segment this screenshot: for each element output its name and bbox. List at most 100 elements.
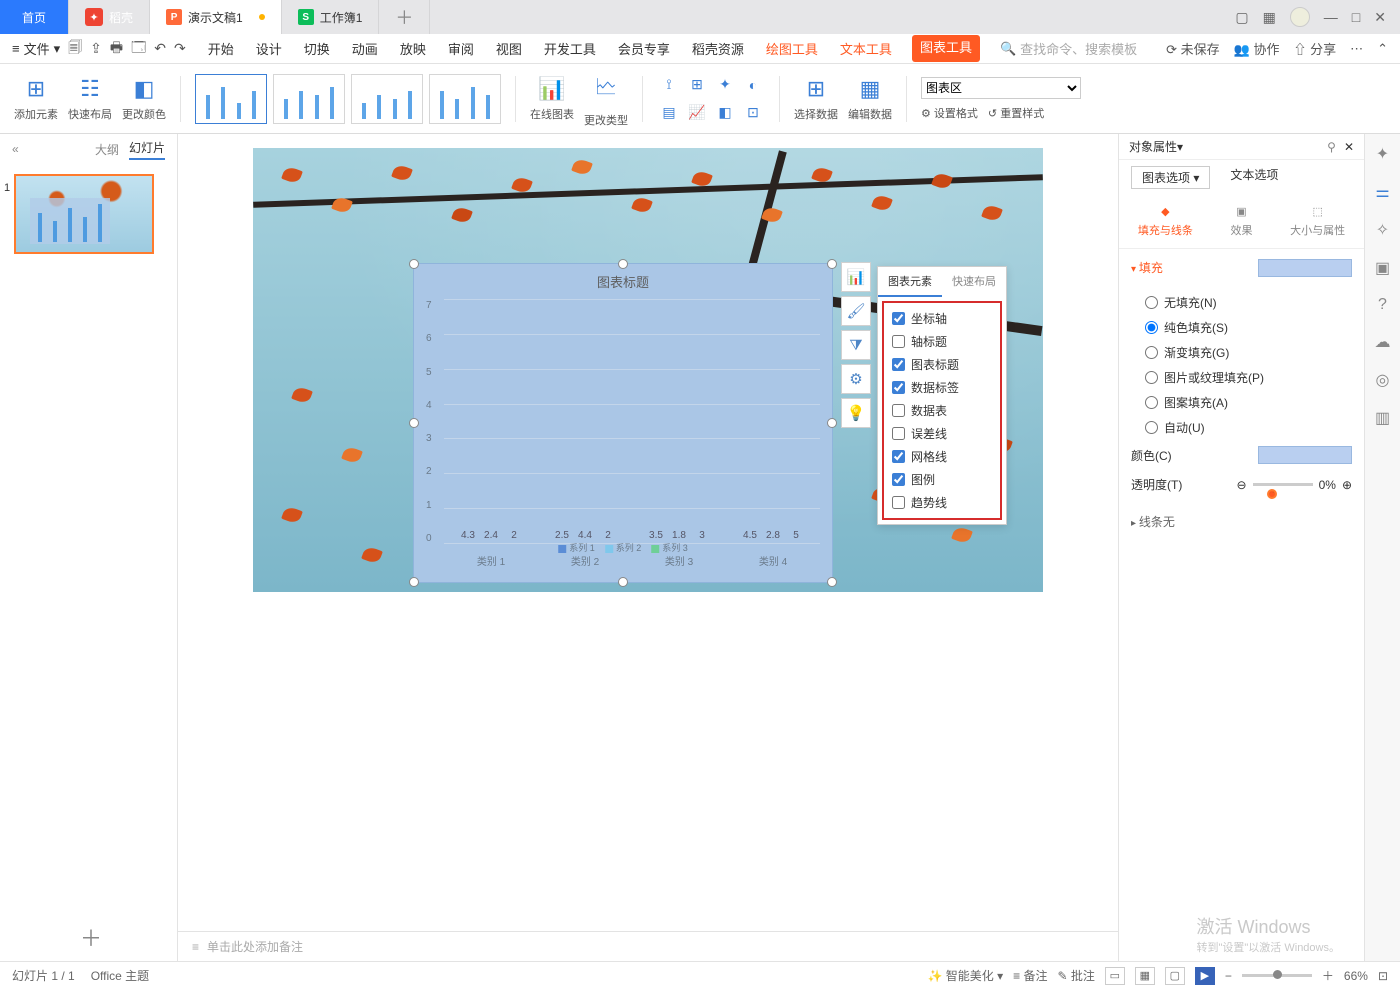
search-box[interactable]: 🔍 查找命令、搜索模板 <box>1000 39 1137 58</box>
window-maximize[interactable]: □ <box>1352 9 1360 25</box>
add-slide-button[interactable]: ＋ <box>80 921 102 953</box>
outline-tab-slides[interactable]: 幻灯片 <box>129 139 165 160</box>
rail-help-icon[interactable]: ? <box>1378 296 1387 314</box>
export-icon[interactable]: ⇪ <box>90 40 102 57</box>
rail-app-icon[interactable]: ▥ <box>1375 408 1390 428</box>
ribbon-reset-style[interactable]: ↺ 重置样式 <box>988 105 1044 121</box>
ribbon-change-color[interactable]: ◧更改颜色 <box>122 76 166 122</box>
popup-item[interactable]: 网格线 <box>890 445 994 468</box>
fill-mode-radio[interactable]: 纯色填充(S) <box>1131 315 1352 340</box>
ribbon-set-format[interactable]: ⚙ 设置格式 <box>921 105 978 121</box>
preview-icon[interactable]: 🗔 <box>131 37 146 61</box>
fill-mode-radio[interactable]: 图片或纹理填充(P) <box>1131 365 1352 390</box>
popup-item[interactable]: 坐标轴 <box>890 307 994 330</box>
rail-sliders-icon[interactable]: ⚌ <box>1375 182 1389 202</box>
fit-icon[interactable]: ⊡ <box>1378 969 1388 983</box>
line-select[interactable]: 无 <box>1163 515 1175 529</box>
view-slideshow-icon[interactable]: ▶ <box>1195 967 1215 985</box>
panel-tab-text-options[interactable]: 文本选项 <box>1230 166 1278 189</box>
color-swatch[interactable] <box>1258 446 1352 464</box>
menu-review[interactable]: 审阅 <box>446 35 476 62</box>
ribbon-add-element[interactable]: ⊞添加元素 <box>14 76 58 122</box>
float-filter-icon[interactable]: ⧩ <box>841 330 871 360</box>
popup-item[interactable]: 轴标题 <box>890 330 994 353</box>
ribbon-select-data[interactable]: ⊞选择数据 <box>794 76 838 122</box>
share-button[interactable]: ⇧ 分享 <box>1293 39 1336 58</box>
outline-collapse-icon[interactable]: « <box>12 142 19 156</box>
menu-draw-tools[interactable]: 绘图工具 <box>764 35 820 62</box>
rail-cloud-icon[interactable]: ☁ <box>1375 332 1391 352</box>
tab-spreadsheet[interactable]: S工作簿1 <box>282 0 380 34</box>
fill-mode-radio[interactable]: 渐变填充(G) <box>1131 340 1352 365</box>
tab-presentation[interactable]: P演示文稿1 <box>150 0 282 34</box>
rail-layers-icon[interactable]: ▣ <box>1375 258 1390 278</box>
more-icon[interactable]: ⋯ <box>1350 41 1363 57</box>
ribbon-quick-layout[interactable]: ☷快速布局 <box>68 76 112 122</box>
tab-new[interactable]: ＋ <box>379 0 430 34</box>
popup-item[interactable]: 数据表 <box>890 399 994 422</box>
panel-sub-size[interactable]: ⬚大小与属性 <box>1290 205 1345 238</box>
menu-chart-tools[interactable]: 图表工具 <box>912 35 980 62</box>
ribbon-chart-area-select[interactable]: 图表区 <box>921 77 1081 99</box>
popup-item[interactable]: 误差线 <box>890 422 994 445</box>
slide-thumbnail[interactable] <box>14 174 154 254</box>
status-comments[interactable]: ✎ 批注 <box>1057 967 1094 984</box>
avatar[interactable] <box>1290 7 1310 27</box>
float-gear-icon[interactable]: ⚙ <box>841 364 871 394</box>
window-close[interactable]: ✕ <box>1374 9 1386 26</box>
popup-tab-layout[interactable]: 快速布局 <box>942 267 1006 297</box>
zoom-out[interactable]: − <box>1225 969 1232 983</box>
menu-design[interactable]: 设计 <box>254 35 284 62</box>
ribbon-edit-data[interactable]: ▦编辑数据 <box>848 76 892 122</box>
rail-sparkle2-icon[interactable]: ✧ <box>1376 220 1389 240</box>
popup-item[interactable]: 趋势线 <box>890 491 994 514</box>
float-brush-icon[interactable]: 🖌 <box>841 296 871 326</box>
rail-sparkle-icon[interactable]: ✦ <box>1376 144 1389 164</box>
opacity-slider[interactable]: ⊖0%⊕ <box>1237 478 1352 492</box>
popup-item[interactable]: 数据标签 <box>890 376 994 399</box>
menu-animation[interactable]: 动画 <box>350 35 380 62</box>
unsaved-indicator[interactable]: ⟳ 未保存 <box>1166 39 1220 58</box>
ribbon-online-chart[interactable]: 📊在线图表 <box>530 76 574 122</box>
print-icon[interactable]: 🖶 <box>110 37 123 61</box>
menu-start[interactable]: 开始 <box>206 35 236 62</box>
popup-item[interactable]: 图表标题 <box>890 353 994 376</box>
view-normal-icon[interactable]: ▭ <box>1105 967 1125 985</box>
ribbon-change-type[interactable]: 🗠更改类型 <box>584 70 628 128</box>
fill-swatch[interactable] <box>1258 259 1352 277</box>
menu-view[interactable]: 视图 <box>494 35 524 62</box>
window-minimize[interactable]: — <box>1324 9 1338 25</box>
notes-bar[interactable]: ≡ 单击此处添加备注 <box>178 931 1118 961</box>
zoom-value[interactable]: 66% <box>1344 969 1368 983</box>
slide-canvas[interactable]: 图表标题 01234567 4.32.422.54.423.51.834.52.… <box>253 148 1043 592</box>
zoom-in[interactable]: ＋ <box>1322 967 1334 984</box>
redo-icon[interactable]: ↷ <box>174 40 186 57</box>
save-icon[interactable]: 🗐 <box>68 37 82 61</box>
menu-devtools[interactable]: 开发工具 <box>542 35 598 62</box>
status-beautify[interactable]: ✨ 智能美化 ▾ <box>927 967 1003 984</box>
popup-tab-elements[interactable]: 图表元素 <box>878 267 942 297</box>
ribbon-small-tools[interactable]: ⟟⊞✦◐ ▤📈◧⊡ <box>657 73 765 125</box>
menu-transition[interactable]: 切换 <box>302 35 332 62</box>
menu-slideshow[interactable]: 放映 <box>398 35 428 62</box>
panel-tab-chart-options[interactable]: 图表选项 ▾ <box>1131 166 1210 189</box>
status-notes[interactable]: ≡ 备注 <box>1013 967 1047 984</box>
collapse-ribbon-icon[interactable]: ⌃ <box>1377 41 1388 57</box>
tab-docker[interactable]: ✦稻壳 <box>69 0 150 34</box>
window-mode-icon[interactable]: ▢ <box>1235 9 1248 26</box>
float-bulb-icon[interactable]: 💡 <box>841 398 871 428</box>
undo-icon[interactable]: ↶ <box>154 40 166 57</box>
apps-icon[interactable]: ▦ <box>1263 9 1276 26</box>
panel-sub-fill[interactable]: ◆填充与线条 <box>1138 205 1193 238</box>
menu-resources[interactable]: 稻壳资源 <box>690 35 746 62</box>
popup-item[interactable]: 图例 <box>890 468 994 491</box>
outline-tab-outline[interactable]: 大纲 <box>95 141 119 158</box>
menu-file[interactable]: ≡ 文件 ▾ <box>12 39 60 58</box>
float-elements-icon[interactable]: 📊 <box>841 262 871 292</box>
chart-style-gallery[interactable] <box>195 74 501 124</box>
tab-home[interactable]: 首页 <box>0 0 69 34</box>
rail-compass-icon[interactable]: ◎ <box>1376 370 1390 390</box>
menu-vip[interactable]: 会员专享 <box>616 35 672 62</box>
view-reading-icon[interactable]: ▢ <box>1165 967 1185 985</box>
panel-sub-effects[interactable]: ▣效果 <box>1230 205 1252 238</box>
